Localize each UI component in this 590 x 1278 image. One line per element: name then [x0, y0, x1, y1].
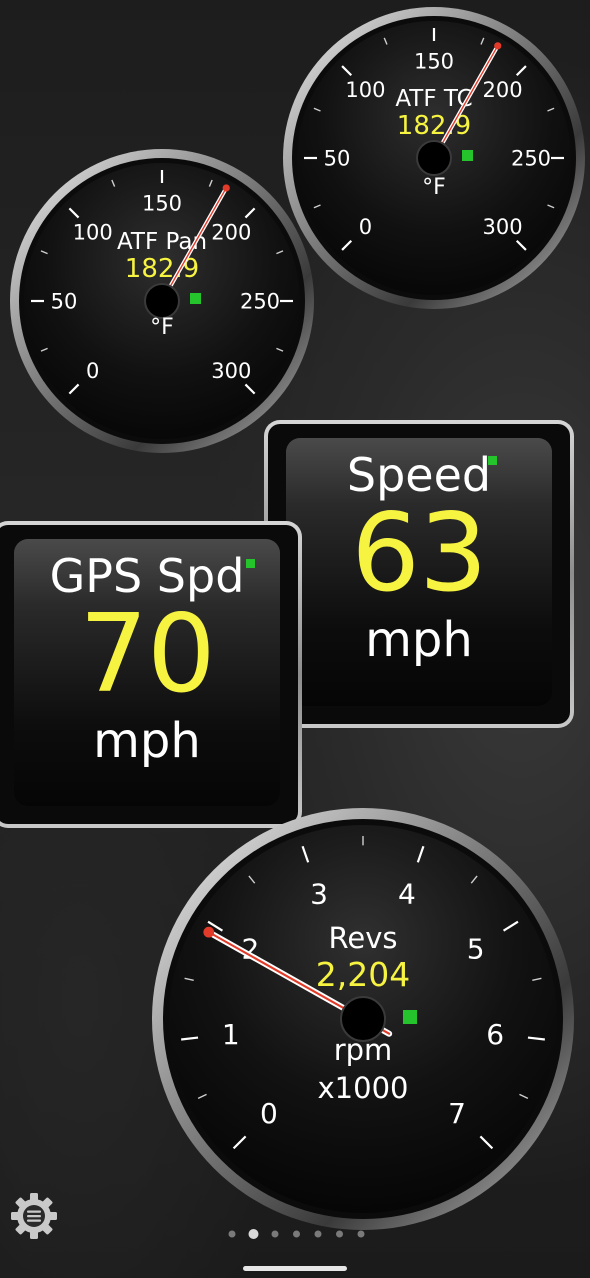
- gauge-tick-label: 100: [345, 78, 385, 102]
- speed-display-screen: Speed 63 mph: [286, 438, 552, 706]
- speed-value: 63: [351, 491, 487, 616]
- gauge-status-led: [190, 293, 201, 304]
- gauge-tick-label: 50: [324, 147, 351, 171]
- gauge-tick-label: 250: [240, 290, 280, 314]
- revs-gauge[interactable]: 0123 4567 Revs 2,204 rpm x1000: [150, 806, 576, 1232]
- gauge-value: 2,204: [316, 955, 410, 994]
- page-dot[interactable]: [271, 1230, 279, 1238]
- gauge-needle-tip: [494, 42, 502, 50]
- gauge-tick-label: 200: [483, 78, 523, 102]
- page-dot[interactable]: [357, 1230, 365, 1238]
- home-indicator[interactable]: [243, 1266, 347, 1271]
- gauge-tick-label: 50: [51, 290, 78, 314]
- gauge-tick-label: 6: [486, 1018, 504, 1051]
- gauge-tick-label: 5: [467, 932, 485, 965]
- gear-icon[interactable]: [10, 1192, 58, 1240]
- page-dot-active[interactable]: [248, 1229, 259, 1239]
- gps-speed-display-screen: GPS Spd 70 mph: [14, 539, 280, 806]
- gauge-unit-multiplier: x1000: [318, 1071, 409, 1105]
- gps-speed-title: GPS Spd: [49, 549, 245, 603]
- gauge-hub: [416, 140, 452, 176]
- gauge-tick-label: 0: [359, 215, 372, 239]
- gauge-unit: °F: [422, 175, 446, 200]
- gauge-tick-label: 3: [310, 878, 328, 911]
- page-dot[interactable]: [314, 1230, 322, 1238]
- gauge-unit: °F: [150, 315, 174, 340]
- gauge-tick-label: 250: [511, 147, 551, 171]
- gps-speed-value: 70: [79, 592, 215, 717]
- page-dot[interactable]: [228, 1230, 236, 1238]
- gauge-tick-label: 0: [260, 1097, 278, 1130]
- gauge-tick-label: 100: [73, 220, 113, 244]
- speed-status-led: [488, 456, 497, 465]
- gps-speed-status-led: [246, 559, 255, 568]
- gauge-needle-tip: [222, 184, 230, 192]
- gauge-status-led: [403, 1010, 417, 1024]
- menu-lines-icon: [27, 1210, 41, 1222]
- gps-speed-unit: mph: [93, 713, 201, 769]
- dashboard-screen: 0 50 100 150 200 250 300 ATF TC 182.9 °F 0 50: [0, 0, 590, 1278]
- atf-tc-gauge[interactable]: 050100150200250300 ATF TC 182.9 °F: [280, 4, 588, 312]
- gauge-tick-label: 300: [483, 215, 523, 239]
- gauge-needle-tip: [203, 926, 215, 938]
- gauge-unit: rpm: [334, 1033, 393, 1067]
- speed-unit: mph: [365, 612, 473, 668]
- gauge-tick-label: 0: [86, 359, 99, 383]
- gauge-tick-label: 4: [398, 878, 416, 911]
- gps-speed-display[interactable]: GPS Spd 70 mph: [0, 521, 302, 828]
- speed-display[interactable]: Speed 63 mph: [264, 420, 574, 728]
- gauge-tick-label: 200: [211, 220, 251, 244]
- gauge-status-led: [462, 150, 473, 161]
- gauge-tick-label: 150: [414, 50, 454, 74]
- speed-title: Speed: [346, 448, 492, 502]
- page-indicator[interactable]: [226, 1228, 366, 1240]
- gauge-title: Revs: [329, 921, 398, 955]
- atf-pan-gauge[interactable]: 050100150200250300 ATF Pan 182.9 °F: [7, 146, 317, 456]
- page-dot[interactable]: [293, 1230, 300, 1238]
- gauge-tick-label: 7: [448, 1097, 466, 1130]
- gauge-tick-label: 1: [222, 1018, 240, 1051]
- gauge-hub: [144, 283, 180, 319]
- gauge-tick-label: 150: [142, 192, 182, 216]
- page-dot[interactable]: [336, 1230, 343, 1238]
- gauge-tick-label: 300: [211, 359, 251, 383]
